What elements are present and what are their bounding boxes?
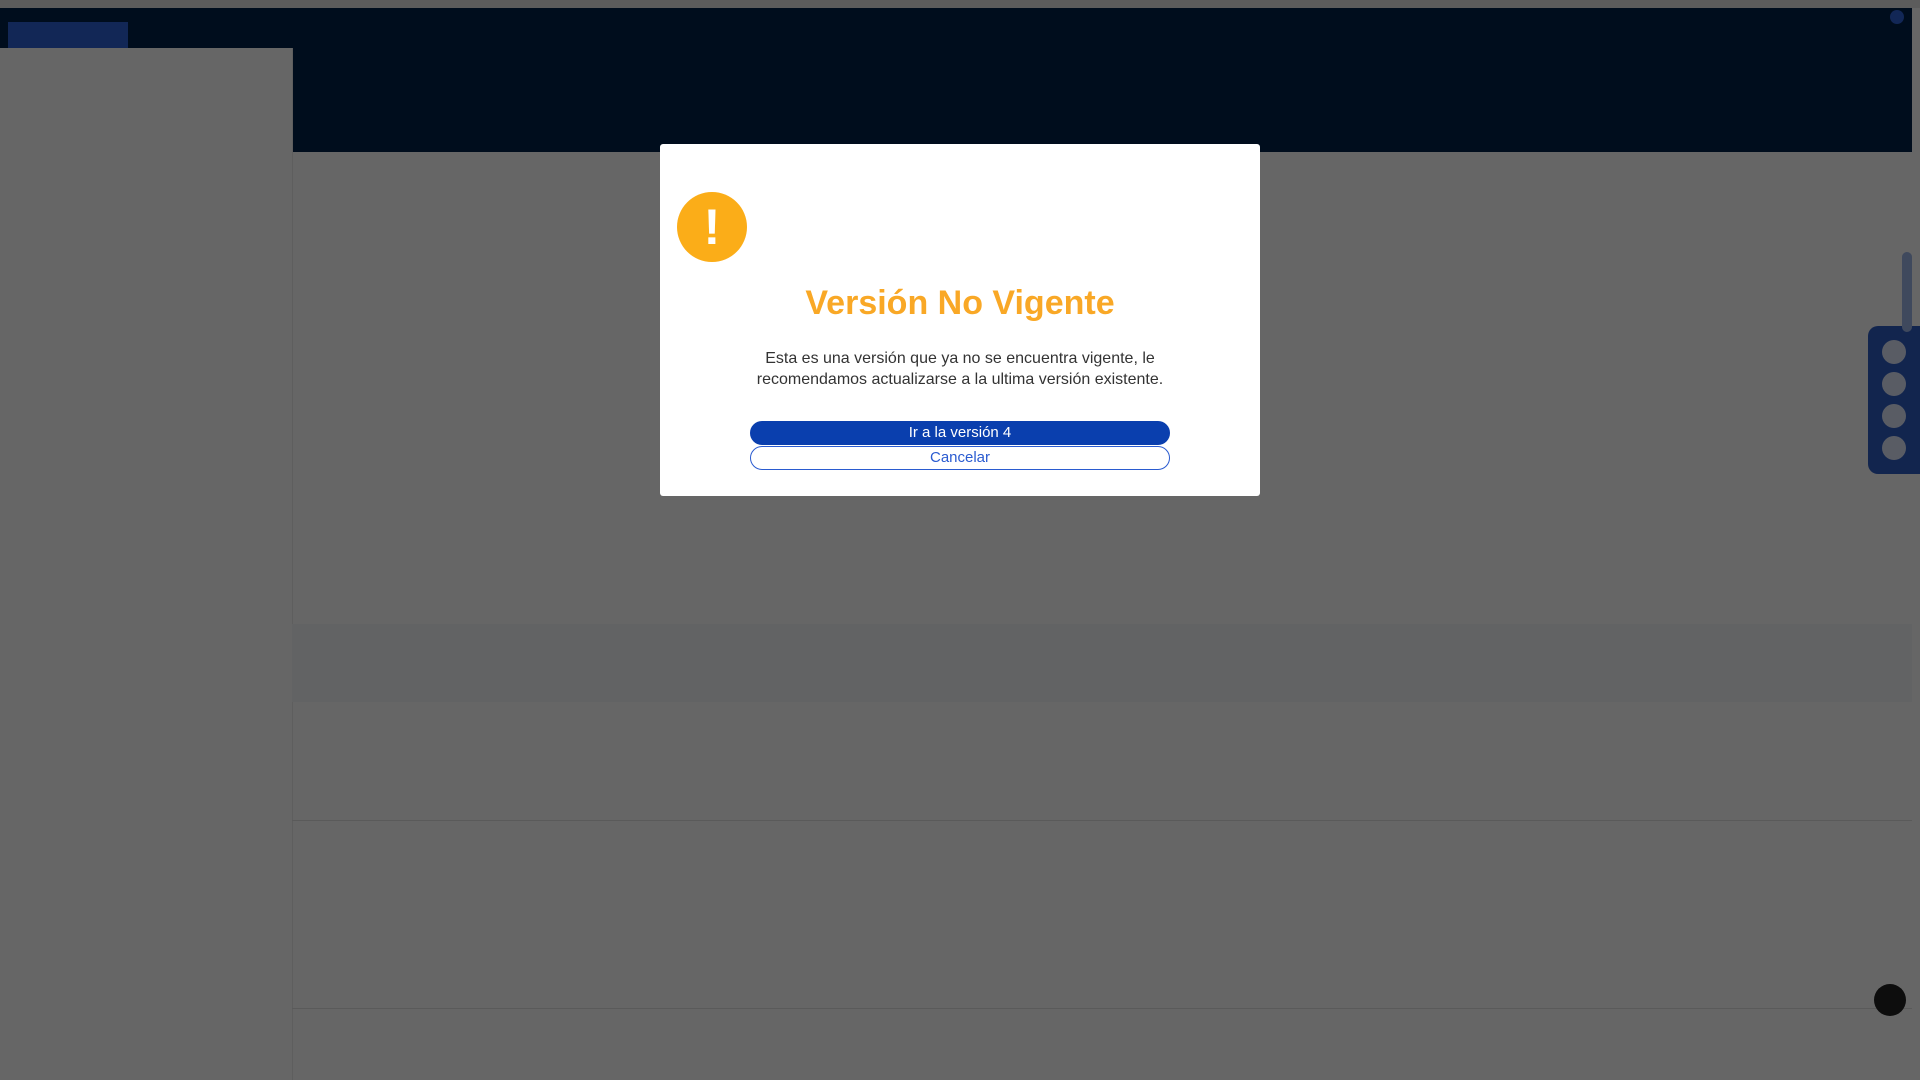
go-to-version-4-button[interactable]: Ir a la versión 4	[750, 421, 1170, 445]
exclamation-icon: !	[677, 192, 747, 262]
cancel-button[interactable]: Cancelar	[750, 446, 1170, 470]
version-modal: ! Versión No Vigente Esta es una versión…	[660, 144, 1260, 496]
modal-message: Esta es una versión que ya no se encuent…	[756, 350, 1164, 388]
modal-title: Versión No Vigente	[805, 284, 1115, 322]
